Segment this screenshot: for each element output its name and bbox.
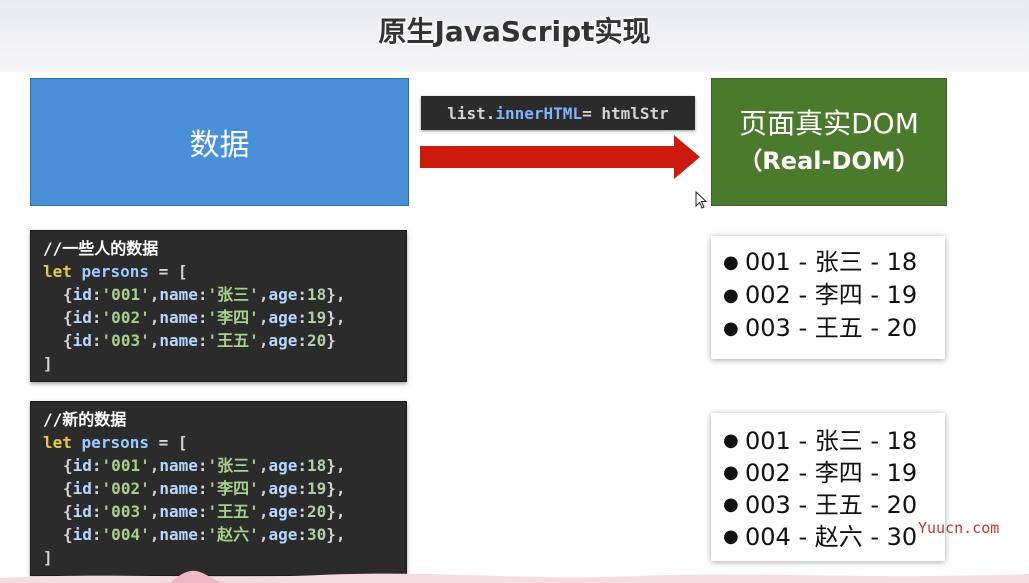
code-id: '003' xyxy=(101,331,150,350)
bullet-icon: ● xyxy=(723,494,739,515)
code-id: '001' xyxy=(101,456,150,475)
code-trail: }, xyxy=(326,285,346,304)
list-item: ● 003 - 王五 - 20 xyxy=(723,489,945,521)
list-item-text: 003 - 王五 - 20 xyxy=(745,491,918,519)
code-name: '李四' xyxy=(207,479,259,498)
list-item: ● 002 - 李四 - 19 xyxy=(723,457,945,489)
code-id: '002' xyxy=(101,479,150,498)
code-line: //新的数据 xyxy=(43,408,406,431)
watermark: Yuucn.com xyxy=(918,519,1000,537)
code-name: '王五' xyxy=(207,331,259,350)
code-name: '赵六' xyxy=(207,525,259,544)
code-label-rest: = htmlStr xyxy=(582,103,669,123)
code-keyword: let xyxy=(43,262,72,281)
bullet-icon: ● xyxy=(723,462,739,483)
code-age: 19 xyxy=(307,479,327,498)
code-label-object: list. xyxy=(447,103,496,123)
list-item-text: 001 - 张三 - 18 xyxy=(745,248,918,276)
list-item: ● 001 - 张三 - 18 xyxy=(723,425,945,457)
code-line: {id:'003',name:'王五',age:20}, xyxy=(63,502,346,521)
list-item: ● 001 - 张三 - 18 xyxy=(723,246,945,279)
code-line: ] xyxy=(43,352,406,375)
code-label-property: innerHTML xyxy=(495,103,583,123)
code-trail: }, xyxy=(326,502,346,521)
code-age: 20 xyxy=(307,331,327,350)
code-trail: }, xyxy=(326,525,346,544)
list-item: ● 003 - 王五 - 20 xyxy=(723,312,945,345)
code-name: '张三' xyxy=(207,285,259,304)
code-line: {id:'003',name:'王五',age:20} xyxy=(63,331,336,350)
list-item: ● 004 - 赵六 - 30 xyxy=(723,521,945,553)
code-id: '003' xyxy=(101,502,150,521)
code-line: //一些人的数据 xyxy=(43,237,406,260)
page-title: 原生JavaScript实现 xyxy=(378,15,651,48)
code-comment: //新的数据 xyxy=(43,410,127,429)
code-id: '001' xyxy=(101,285,150,304)
mouse-cursor-icon xyxy=(695,191,707,209)
list-item-text: 002 - 李四 - 19 xyxy=(745,459,918,487)
code-id: '004' xyxy=(101,525,150,544)
code-trail: }, xyxy=(326,479,346,498)
code-id: '002' xyxy=(101,308,150,327)
list-item-text: 004 - 赵六 - 30 xyxy=(745,523,918,551)
code-assign: = [ xyxy=(148,262,188,281)
rendered-list-1: ● 001 - 张三 - 18 ● 002 - 李四 - 19 ● 003 - 王五 … xyxy=(711,236,945,359)
real-dom-box: 页面真实DOM （Real-DOM） xyxy=(711,78,947,206)
code-variable: persons xyxy=(81,433,149,452)
code-variable: persons xyxy=(81,262,149,281)
code-name: '张三' xyxy=(207,456,259,475)
code-age: 20 xyxy=(307,502,327,521)
bottom-decoration xyxy=(0,570,1029,583)
code-close: ] xyxy=(43,548,53,567)
code-age: 19 xyxy=(307,308,327,327)
code-block-new-persons: //新的数据 let persons = [ {id:'001',name:'张… xyxy=(30,401,407,576)
code-line: {id:'001',name:'张三',age:18}, xyxy=(63,456,346,475)
code-name: '王五' xyxy=(207,502,259,521)
code-line: {id:'002',name:'李四',age:19}, xyxy=(63,479,346,498)
right-arrow-icon xyxy=(420,135,700,179)
list-item-text: 001 - 张三 - 18 xyxy=(745,427,918,455)
code-trail: } xyxy=(326,331,336,350)
real-dom-title: 页面真实DOM xyxy=(739,107,919,140)
bullet-icon: ● xyxy=(723,252,739,273)
bullet-icon: ● xyxy=(723,285,739,306)
bullet-icon: ● xyxy=(723,430,739,451)
code-keyword: let xyxy=(43,433,72,452)
code-line: let persons = [ xyxy=(43,431,406,454)
bullet-icon: ● xyxy=(723,318,739,339)
data-box: 数据 xyxy=(30,78,409,206)
code-age: 30 xyxy=(307,525,327,544)
rendered-list-2: ● 001 - 张三 - 18 ● 002 - 李四 - 19 ● 003 - 王五 … xyxy=(711,413,945,561)
data-box-label: 数据 xyxy=(189,128,250,163)
code-block-persons: //一些人的数据 let persons = [ {id:'001',name:… xyxy=(30,230,407,382)
code-assign: = [ xyxy=(148,433,188,452)
code-age: 18 xyxy=(307,456,327,475)
code-age: 18 xyxy=(307,285,327,304)
code-line: {id:'004',name:'赵六',age:30}, xyxy=(63,525,346,544)
list-item: ● 002 - 李四 - 19 xyxy=(723,279,945,312)
bullet-icon: ● xyxy=(723,526,739,547)
code-line: {id:'002',name:'李四',age:19}, xyxy=(63,308,346,327)
list-item-text: 002 - 李四 - 19 xyxy=(745,281,918,309)
code-line: let persons = [ xyxy=(43,260,406,283)
inner-html-code-label: list. innerHTML = htmlStr xyxy=(421,96,695,130)
code-comment: //一些人的数据 xyxy=(43,239,159,258)
code-line: {id:'001',name:'张三',age:18}, xyxy=(63,285,346,304)
code-close: ] xyxy=(43,354,53,373)
real-dom-subtitle: （Real-DOM） xyxy=(738,147,920,175)
list-item-text: 003 - 王五 - 20 xyxy=(745,314,918,342)
code-name: '李四' xyxy=(207,308,259,327)
code-trail: }, xyxy=(326,308,346,327)
code-trail: }, xyxy=(326,456,346,475)
